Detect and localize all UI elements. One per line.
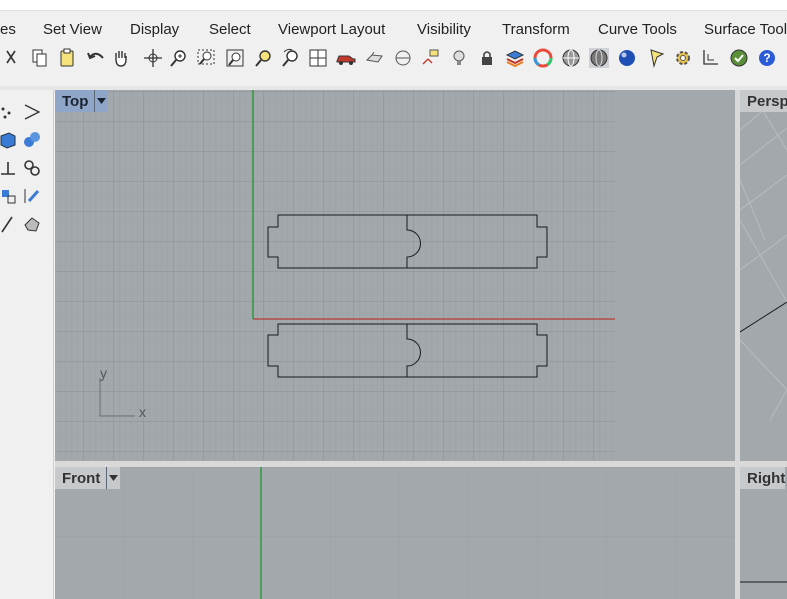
spheres-icon[interactable]	[20, 128, 44, 152]
perspective-canvas[interactable]	[740, 90, 787, 461]
options-gear-icon[interactable]	[671, 46, 695, 70]
viewport-front-label: Front	[62, 469, 101, 487]
group-icon[interactable]	[20, 156, 44, 180]
edit-points-icon[interactable]	[20, 184, 44, 208]
rhino-window: es Set View Display Select Viewport Layo…	[0, 0, 787, 599]
wireframe-sphere-icon[interactable]	[559, 46, 583, 70]
dimension-icon[interactable]	[699, 46, 723, 70]
viewport-perspective[interactable]: Persp	[740, 90, 787, 461]
viewport-front-tab[interactable]: Front	[55, 467, 121, 489]
undo-view-icon[interactable]	[279, 46, 303, 70]
named-views-icon[interactable]	[363, 46, 387, 70]
undo-icon[interactable]	[84, 46, 108, 70]
viewport-top[interactable]: y x Top	[55, 90, 735, 461]
paste-icon[interactable]	[55, 46, 79, 70]
select-filter-icon[interactable]	[645, 46, 669, 70]
menu-item-set-view[interactable]: Set View	[43, 21, 102, 38]
menu-item-display[interactable]: Display	[130, 21, 179, 38]
menu-item-visibility[interactable]: Visibility	[417, 21, 471, 38]
shaded-sphere-icon[interactable]	[587, 46, 611, 70]
zoom-icon[interactable]	[167, 46, 191, 70]
menu-item-viewport-layout[interactable]: Viewport Layout	[278, 21, 385, 38]
transform-icon[interactable]	[0, 184, 20, 208]
viewport-front[interactable]: Front	[55, 467, 735, 599]
menu-item-select[interactable]: Select	[209, 21, 251, 38]
pan-hand-icon[interactable]	[109, 46, 133, 70]
axis-label-x: x	[139, 404, 146, 420]
tool-palette	[0, 90, 54, 599]
front-viewport-canvas[interactable]	[55, 467, 735, 599]
viewport-top-label: Top	[62, 92, 89, 110]
move-icon[interactable]	[0, 156, 20, 180]
viewport-right[interactable]: Right	[740, 467, 787, 599]
line-icon[interactable]	[0, 212, 20, 236]
cplane-icon[interactable]	[419, 46, 443, 70]
top-viewport-canvas[interactable]	[55, 90, 735, 461]
viewport-right-tab[interactable]: Right	[740, 467, 786, 489]
box-icon[interactable]	[0, 128, 20, 152]
layers-icon[interactable]	[503, 46, 527, 70]
title-strip	[0, 0, 787, 10]
copy-icon[interactable]	[28, 46, 52, 70]
point-cloud-icon[interactable]	[0, 100, 20, 124]
svg-text:?: ?	[763, 51, 770, 65]
color-wheel-icon[interactable]	[531, 46, 555, 70]
zoom-extents-icon[interactable]	[223, 46, 247, 70]
solid-icon[interactable]	[20, 212, 44, 236]
help-icon[interactable]: ?	[755, 46, 779, 70]
zoom-window-icon[interactable]	[194, 46, 218, 70]
cut-icon[interactable]	[0, 46, 24, 70]
menu-item-surface-tools[interactable]: Surface Tools	[704, 21, 787, 38]
clipping-plane-icon[interactable]	[391, 46, 415, 70]
standard-toolbar: ?	[0, 44, 787, 74]
rendered-sphere-icon[interactable]	[615, 46, 639, 70]
four-viewports-icon[interactable]	[306, 46, 330, 70]
viewport-right-label: Right	[747, 469, 786, 487]
menubar: es Set View Display Select Viewport Layo…	[0, 10, 787, 44]
menu-item-files[interactable]: es	[0, 21, 16, 38]
rotate-view-icon[interactable]	[141, 46, 165, 70]
render-icon[interactable]	[727, 46, 751, 70]
light-bulb-icon[interactable]	[447, 46, 471, 70]
viewport-perspective-tab[interactable]: Persp	[740, 90, 787, 112]
chevron-down-icon[interactable]	[94, 90, 108, 112]
menu-item-curve-tools[interactable]: Curve Tools	[598, 21, 677, 38]
axis-label-y: y	[100, 365, 107, 381]
lock-icon[interactable]	[475, 46, 499, 70]
zoom-selected-icon[interactable]	[252, 46, 276, 70]
polyline-icon[interactable]	[20, 100, 44, 124]
menu-item-transform[interactable]: Transform	[502, 21, 570, 38]
viewport-perspective-label: Persp	[747, 92, 787, 110]
viewport-top-tab[interactable]: Top	[55, 90, 109, 112]
car-icon[interactable]	[334, 46, 358, 70]
chevron-down-icon[interactable]	[106, 467, 120, 489]
